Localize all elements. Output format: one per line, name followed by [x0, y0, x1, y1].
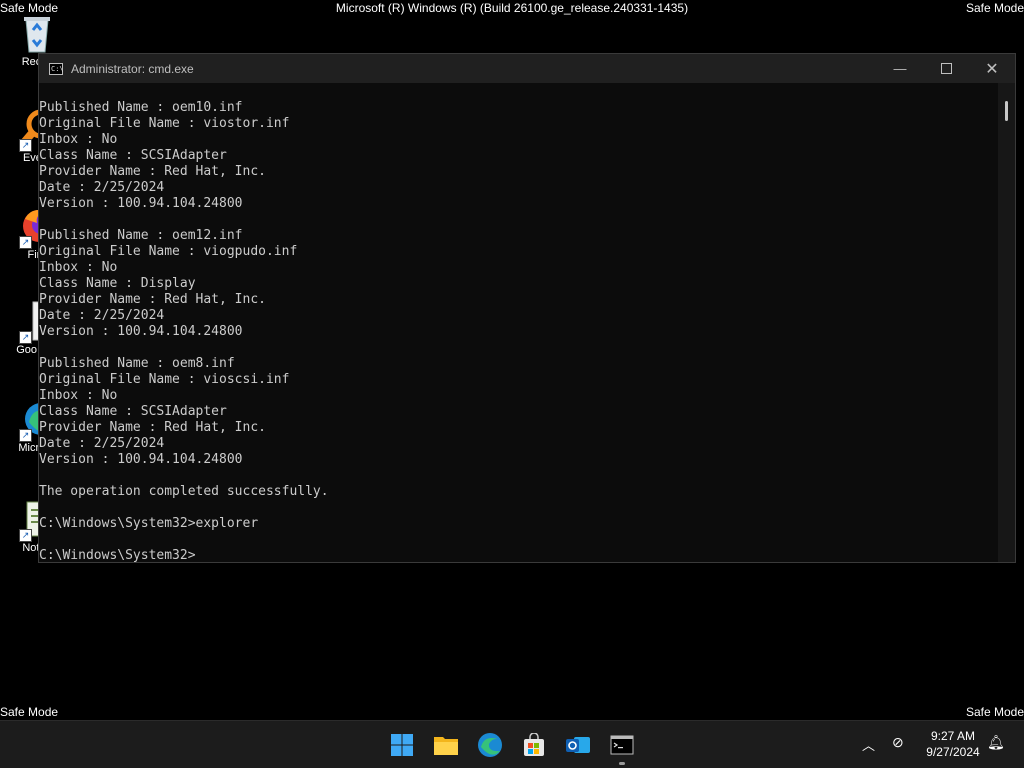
minimize-icon: — — [893, 61, 907, 76]
console-line: C:\Windows\System32> — [39, 548, 196, 562]
network-status-button[interactable]: ⊘ — [892, 734, 904, 751]
console-line: Published Name : oem10.inf — [39, 100, 243, 115]
maximize-button[interactable] — [923, 54, 969, 83]
cmd-app-icon: C:\ — [49, 62, 64, 75]
clock-time: 9:27 AM — [930, 729, 976, 743]
chevron-up-icon: ︿ — [862, 738, 876, 753]
windows-build-label: Microsoft (R) Windows (R) (Build 26100.g… — [335, 1, 689, 15]
console-line: Inbox : No — [39, 260, 118, 275]
console-line: Original File Name : viogpudo.inf — [39, 244, 298, 259]
cmd-window[interactable]: C:\ Administrator: cmd.exe — ✕ Published… — [38, 53, 1016, 563]
file-explorer-button[interactable] — [430, 729, 462, 761]
console-line: Version : 100.94.104.24800 — [39, 196, 243, 211]
console-line: Date : 2/25/2024 — [39, 180, 165, 195]
console-line: Inbox : No — [39, 132, 118, 147]
file-explorer-icon — [434, 737, 458, 755]
start-icon — [391, 734, 413, 756]
console-output[interactable]: Published Name : oem10.inf Original File … — [39, 83, 998, 562]
close-icon: ✕ — [985, 60, 999, 78]
outlook-icon — [566, 737, 590, 753]
taskbar: ︿ ⊘ 9:27 AM 9/27/2024 🔔︎ — [0, 720, 1024, 768]
store-icon — [524, 733, 544, 756]
terminal-icon — [610, 735, 634, 755]
console-line: Version : 100.94.104.24800 — [39, 324, 243, 339]
console-line: Date : 2/25/2024 — [39, 436, 165, 451]
console-line: Date : 2/25/2024 — [39, 308, 165, 323]
console-line: Published Name : oem8.inf — [39, 356, 235, 371]
console-line: Class Name : SCSIAdapter — [39, 148, 227, 163]
show-hidden-icons-button[interactable]: ︿ — [862, 735, 875, 754]
scrollbar-thumb[interactable] — [1005, 101, 1008, 121]
safe-mode-label-bottom-right: Safe Mode — [965, 705, 1024, 719]
console-line: Class Name : Display — [39, 276, 196, 291]
shortcut-arrow-icon: ↗ — [19, 139, 32, 152]
start-button[interactable] — [386, 729, 418, 761]
console-line: The operation completed successfully. — [39, 484, 329, 499]
safe-mode-label-bottom-left: Safe Mode — [0, 705, 59, 719]
console-line: Original File Name : vioscsi.inf — [39, 372, 290, 387]
console-line: Inbox : No — [39, 388, 118, 403]
console-line: Original File Name : viostor.inf — [39, 116, 290, 131]
console-line: Published Name : oem12.inf — [39, 228, 243, 243]
shortcut-arrow-icon: ↗ — [19, 529, 32, 542]
bell-icon: 🔔︎ — [987, 734, 1005, 750]
title-bar[interactable]: C:\ Administrator: cmd.exe — ✕ — [39, 54, 1015, 83]
clock-date: 9/27/2024 — [926, 745, 980, 759]
console-line: Provider Name : Red Hat, Inc. — [39, 292, 266, 307]
shortcut-arrow-icon: ↗ — [19, 236, 32, 249]
edge-icon — [478, 733, 502, 757]
console-line: Provider Name : Red Hat, Inc. — [39, 164, 266, 179]
recycle-bin-icon — [17, 12, 57, 54]
console-line: Version : 100.94.104.24800 — [39, 452, 243, 467]
edge-taskbar-button[interactable] — [474, 729, 506, 761]
shortcut-arrow-icon: ↗ — [19, 331, 32, 344]
outlook-button[interactable] — [562, 729, 594, 761]
window-title: Administrator: cmd.exe — [71, 61, 194, 76]
console-line: Class Name : SCSIAdapter — [39, 404, 227, 419]
safe-mode-label-top-right: Safe Mode — [965, 1, 1024, 15]
console-line: Provider Name : Red Hat, Inc. — [39, 420, 266, 435]
cmd-taskbar-button[interactable] — [606, 729, 638, 761]
maximize-icon — [940, 63, 952, 74]
close-button[interactable]: ✕ — [969, 54, 1015, 83]
notifications-button[interactable]: 🔔︎ — [987, 734, 1005, 751]
system-clock[interactable]: 9:27 AM 9/27/2024 — [918, 728, 988, 760]
console-line: C:\Windows\System32>explorer — [39, 516, 259, 531]
shortcut-arrow-icon: ↗ — [19, 429, 32, 442]
store-button[interactable] — [518, 729, 550, 761]
running-app-indicator — [619, 762, 625, 765]
minimize-button[interactable]: — — [877, 54, 923, 83]
vertical-scrollbar[interactable] — [998, 83, 1015, 562]
network-disconnected-icon: ⊘ — [892, 734, 904, 750]
